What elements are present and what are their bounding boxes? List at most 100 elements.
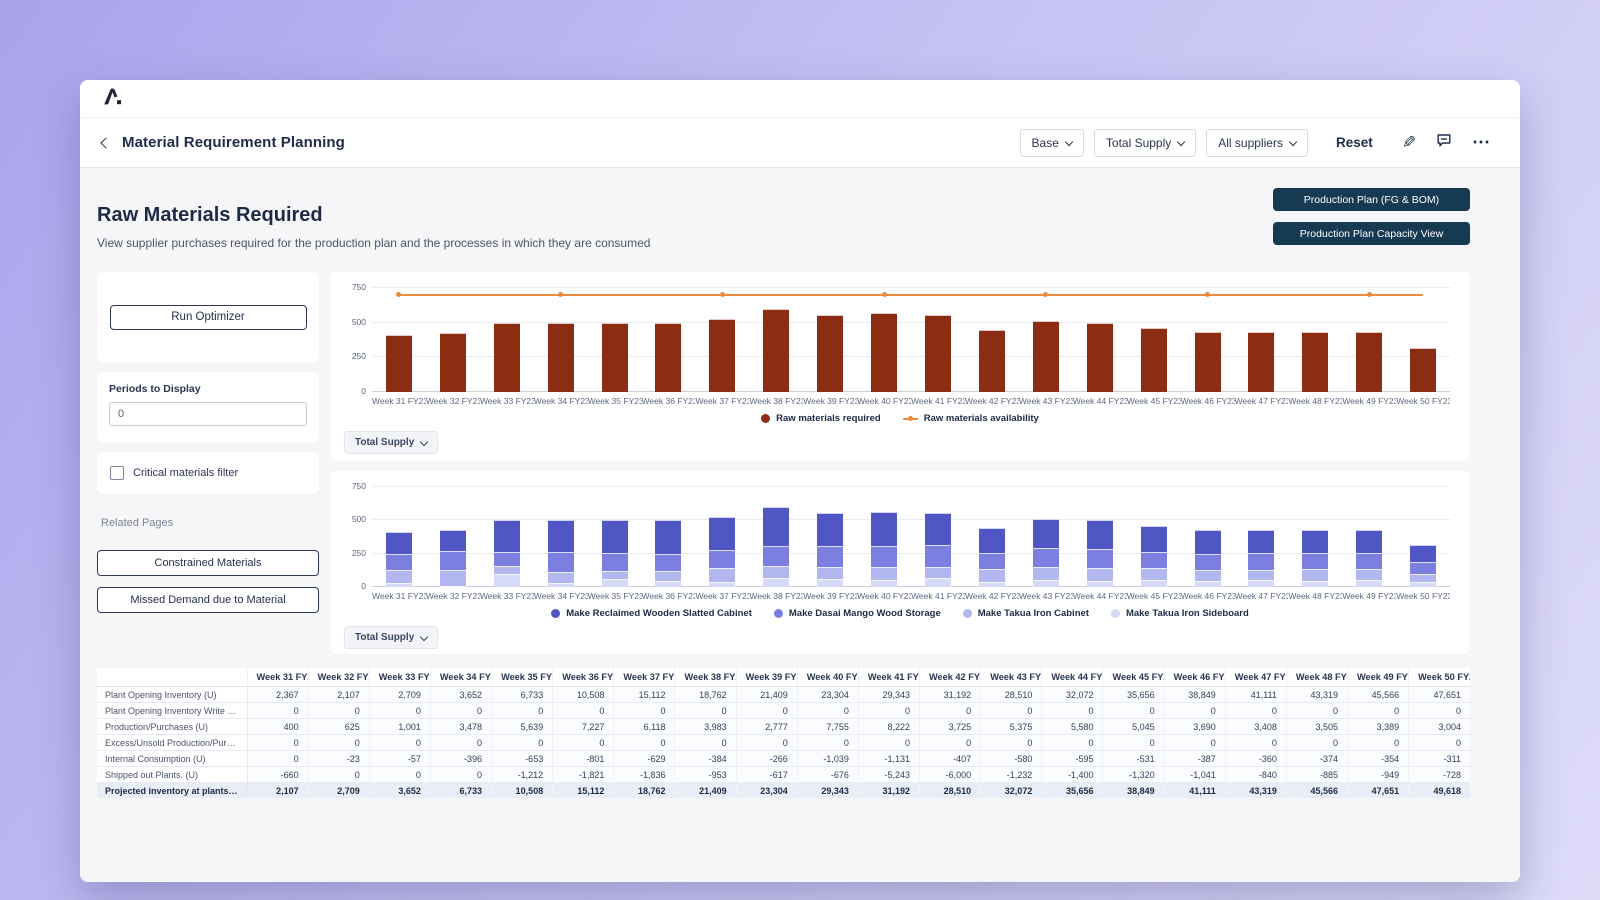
table-cell[interactable]: 3,505 xyxy=(1286,719,1347,735)
required-bar[interactable] xyxy=(494,323,520,392)
stack-segment[interactable] xyxy=(1033,580,1059,587)
table-cell[interactable]: 3,478 xyxy=(430,719,491,735)
stack-segment[interactable] xyxy=(817,513,843,546)
stack-segment[interactable] xyxy=(763,546,789,566)
required-bar[interactable] xyxy=(763,309,789,392)
table-cell[interactable]: -374 xyxy=(1286,751,1347,767)
stack-segment[interactable] xyxy=(1033,567,1059,580)
table-cell[interactable]: 7,755 xyxy=(797,719,858,735)
table-col-header[interactable]: Week 37 FY23 xyxy=(614,668,675,687)
table-cell[interactable]: 0 xyxy=(1286,735,1347,751)
run-optimizer-button[interactable]: Run Optimizer xyxy=(110,305,307,330)
table-cell[interactable]: 2,367 xyxy=(247,687,308,703)
table-cell[interactable]: -629 xyxy=(614,751,675,767)
chart1-scope-select[interactable]: Total Supply xyxy=(344,431,438,454)
stack-segment[interactable] xyxy=(979,528,1005,553)
table-cell[interactable]: 29,343 xyxy=(797,783,858,799)
table-cell[interactable]: -1,836 xyxy=(614,767,675,783)
required-bar[interactable] xyxy=(440,333,466,392)
stack-segment[interactable] xyxy=(602,579,628,587)
table-cell[interactable]: 3,652 xyxy=(430,687,491,703)
stack-segment[interactable] xyxy=(817,579,843,587)
stack-segment[interactable] xyxy=(1195,570,1221,581)
table-col-header[interactable]: Week 33 FY23 xyxy=(369,668,430,687)
required-bar[interactable] xyxy=(1141,328,1167,392)
table-col-header[interactable]: Week 39 FY23 xyxy=(736,668,797,687)
stack-segment[interactable] xyxy=(763,507,789,546)
table-cell[interactable]: 0 xyxy=(430,767,491,783)
reset-button[interactable]: Reset xyxy=(1336,135,1373,150)
stack-segment[interactable] xyxy=(1141,568,1167,579)
header-filter-total-supply[interactable]: Total Supply xyxy=(1094,129,1196,157)
table-col-header[interactable]: Week 32 FY23 xyxy=(308,668,369,687)
table-cell[interactable]: 5,375 xyxy=(981,719,1042,735)
stack-segment[interactable] xyxy=(440,551,466,570)
stack-segment[interactable] xyxy=(871,580,897,587)
stack-segment[interactable] xyxy=(925,545,951,567)
table-cell[interactable]: 49,618 xyxy=(1409,783,1470,799)
stack-segment[interactable] xyxy=(440,570,466,586)
table-cell[interactable]: 0 xyxy=(1042,735,1103,751)
table-cell[interactable]: 47,651 xyxy=(1409,687,1470,703)
nav-button-production-plan-capacity-view[interactable]: Production Plan Capacity View xyxy=(1273,222,1470,245)
table-cell[interactable]: 41,111 xyxy=(1225,687,1286,703)
table-cell[interactable]: -949 xyxy=(1348,767,1409,783)
table-cell[interactable]: 2,709 xyxy=(308,783,369,799)
table-cell[interactable]: 0 xyxy=(675,735,736,751)
table-col-header[interactable]: Week 46 FY23 xyxy=(1164,668,1225,687)
table-cell[interactable]: -311 xyxy=(1409,751,1470,767)
stack-segment[interactable] xyxy=(1410,562,1436,574)
stack-segment[interactable] xyxy=(925,578,951,587)
required-bar[interactable] xyxy=(709,319,735,392)
table-cell[interactable]: 0 xyxy=(430,703,491,719)
stack-segment[interactable] xyxy=(763,566,789,578)
required-bar[interactable] xyxy=(979,330,1005,392)
table-cell[interactable]: 0 xyxy=(369,703,430,719)
table-cell[interactable]: 8,222 xyxy=(858,719,919,735)
table-cell[interactable]: 0 xyxy=(1286,703,1347,719)
table-col-header[interactable]: Week 35 FY23 xyxy=(492,668,553,687)
table-cell[interactable]: -728 xyxy=(1409,767,1470,783)
table-cell[interactable]: 28,510 xyxy=(981,687,1042,703)
table-cell[interactable]: 21,409 xyxy=(736,687,797,703)
stack-segment[interactable] xyxy=(1141,526,1167,552)
stack-segment[interactable] xyxy=(1087,520,1113,549)
table-cell[interactable]: 7,227 xyxy=(553,719,614,735)
table-cell[interactable]: -676 xyxy=(797,767,858,783)
table-cell[interactable]: 3,725 xyxy=(920,719,981,735)
table-cell[interactable]: 0 xyxy=(858,735,919,751)
table-cell[interactable]: 47,651 xyxy=(1348,783,1409,799)
table-cell[interactable]: 0 xyxy=(247,703,308,719)
table-cell[interactable]: -1,320 xyxy=(1103,767,1164,783)
required-bar[interactable] xyxy=(1356,332,1382,392)
table-col-header[interactable]: Week 43 FY23 xyxy=(981,668,1042,687)
stack-segment[interactable] xyxy=(655,520,681,553)
required-bar[interactable] xyxy=(386,335,412,392)
table-col-header[interactable]: Week 34 FY23 xyxy=(430,668,491,687)
table-cell[interactable]: -617 xyxy=(736,767,797,783)
table-cell[interactable]: 0 xyxy=(492,703,553,719)
table-cell[interactable]: -1,212 xyxy=(492,767,553,783)
stack-segment[interactable] xyxy=(709,550,735,568)
stack-segment[interactable] xyxy=(1087,568,1113,581)
required-bar[interactable] xyxy=(925,315,951,392)
stack-segment[interactable] xyxy=(1087,549,1113,568)
table-cell[interactable]: 23,304 xyxy=(797,687,858,703)
table-col-header[interactable]: Week 40 FY23 xyxy=(797,668,858,687)
table-cell[interactable]: 0 xyxy=(308,703,369,719)
table-cell[interactable]: 6,733 xyxy=(430,783,491,799)
table-cell[interactable]: -531 xyxy=(1103,751,1164,767)
stack-segment[interactable] xyxy=(1356,580,1382,587)
stack-segment[interactable] xyxy=(494,552,520,565)
table-cell[interactable]: 0 xyxy=(308,735,369,751)
table-cell[interactable]: -266 xyxy=(736,751,797,767)
table-cell[interactable]: 0 xyxy=(1103,703,1164,719)
table-cell[interactable]: -23 xyxy=(308,751,369,767)
table-cell[interactable]: 45,566 xyxy=(1348,687,1409,703)
stack-segment[interactable] xyxy=(1195,530,1221,554)
table-cell[interactable]: 18,762 xyxy=(614,783,675,799)
stack-segment[interactable] xyxy=(1410,574,1436,583)
nav-button-production-plan-fg-bom[interactable]: Production Plan (FG & BOM) xyxy=(1273,188,1470,211)
stack-segment[interactable] xyxy=(1195,581,1221,587)
table-cell[interactable]: -660 xyxy=(247,767,308,783)
